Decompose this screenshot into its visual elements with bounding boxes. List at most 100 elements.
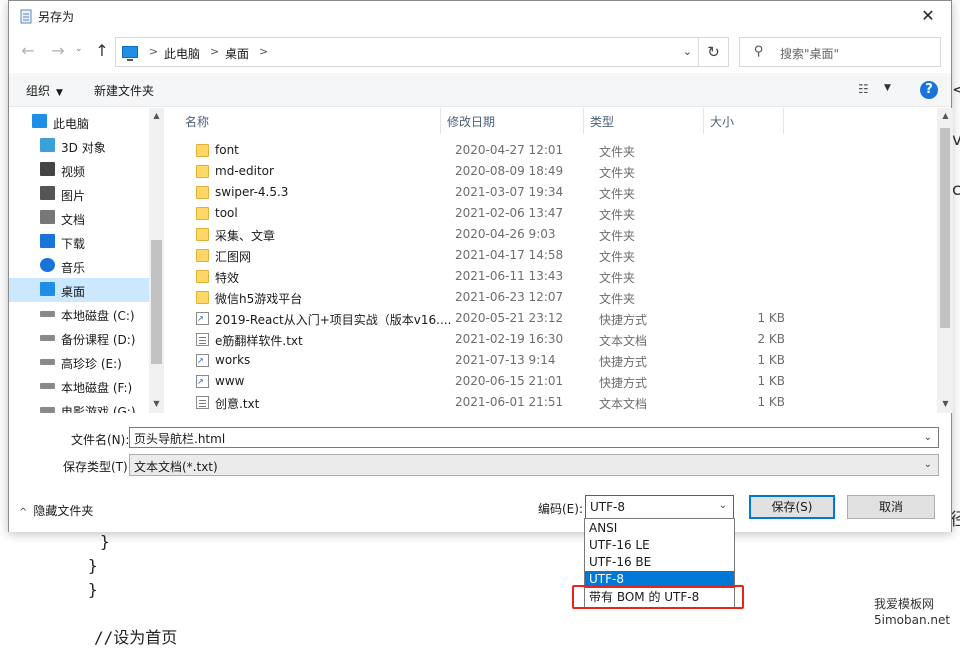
chevron-down-icon[interactable]: ⌄ [683,45,692,58]
sidebar-item[interactable]: 桌面 [9,278,149,302]
file-date: 2021-04-17 14:58 [455,248,564,262]
encoding-select[interactable]: UTF-8 ⌄ [585,495,734,519]
encoding-option[interactable]: UTF-16 BE [585,554,734,571]
scroll-down-icon[interactable]: ▼ [149,399,164,408]
scroll-up-icon[interactable]: ▲ [938,111,953,120]
encoding-value: UTF-8 [590,500,625,514]
breadcrumb-item[interactable]: 此电脑 [164,45,200,62]
file-row[interactable]: e筋翻样软件.txt 2021-02-19 16:30 文本文档 2 KB [165,329,935,350]
file-name: tool [215,206,238,220]
file-row[interactable]: works 2021-07-13 9:14 快捷方式 1 KB [165,350,935,371]
file-row[interactable]: 创意.txt 2021-06-01 21:51 文本文档 1 KB [165,392,935,413]
sidebar-item[interactable]: 下载 [9,230,149,254]
chevron-right-icon: > [149,45,159,58]
file-size: 1 KB [757,311,785,325]
chevron-down-icon[interactable]: ⌄ [924,432,932,443]
hide-folders-toggle[interactable]: ^ 隐藏文件夹 [19,502,93,519]
column-header-type[interactable]: 类型 [584,108,704,134]
desktop-icon [40,282,55,296]
file-row[interactable]: www 2020-06-15 21:01 快捷方式 1 KB [165,371,935,392]
sidebar-item-label: 电影游戏 (G:) [61,405,136,413]
file-row[interactable]: 汇图网 2021-04-17 14:58 文件夹 [165,245,935,266]
column-label: 类型 [590,115,615,129]
title-bar[interactable]: 另存为 ✕ [9,1,951,31]
encoding-option[interactable]: UTF-16 LE [585,537,734,554]
file-row[interactable]: 2019-React从入门+项目实战（版本v16....2020-05-21 2… [165,308,935,329]
sidebar-scroll-thumb[interactable] [151,240,162,364]
back-button[interactable]: ← [19,41,37,60]
encoding-option[interactable]: ANSI [585,520,734,537]
watermark: 我爱模板网 5imoban.net [874,596,950,628]
sidebar-item[interactable]: 图片 [9,182,149,206]
file-row[interactable]: 微信h5游戏平台 2021-06-23 12:07 文件夹 [165,287,935,308]
file-type: 快捷方式 [599,313,648,327]
organize-button[interactable]: 组织 ▼ [26,82,63,99]
file-row[interactable]: 采集、文章 2020-04-26 9:03 文件夹 [165,224,935,245]
video-icon [40,162,55,176]
file-row[interactable]: tool 2021-02-06 13:47 文件夹 [165,203,935,224]
music-icon [40,258,55,272]
cancel-button[interactable]: 取消 [847,495,935,519]
caret-down-icon[interactable]: ▼ [884,83,891,93]
scroll-down-icon[interactable]: ▼ [938,399,953,408]
filetype-select[interactable]: 文本文档(*.txt) ⌄ [129,454,939,476]
up-button[interactable]: ↑ [93,41,111,60]
search-input[interactable]: ⚲ 搜索"桌面" [739,37,941,67]
computer-icon [122,46,138,61]
sidebar-item[interactable]: 本地磁盘 (C:) [9,302,149,326]
sidebar-item[interactable]: 文档 [9,206,149,230]
breadcrumb-item[interactable]: 桌面 [225,45,249,62]
new-folder-button[interactable]: 新建文件夹 [94,82,154,99]
file-list-scrollbar[interactable]: ▲ ▼ [937,108,953,413]
refresh-button[interactable]: ↻ [698,38,728,66]
command-bar: 组织 ▼ 新建文件夹 ☷ ▼ ? [9,73,951,107]
hide-folders-label: 隐藏文件夹 [33,504,94,518]
sidebar-item[interactable]: 电影游戏 (G:) [9,398,149,413]
navigation-pane: 此电脑 3D 对象 视频图片文档下载音乐桌面 本地磁盘 (C:) 备份课程 (D:) 高珍… [9,108,164,413]
address-bar[interactable]: > 此电脑 > 桌面 > ⌄ ↻ [115,37,729,67]
file-row[interactable]: 特效 2021-06-11 13:43 文件夹 [165,266,935,287]
column-header-size[interactable]: 大小 [704,108,784,134]
file-row[interactable]: swiper-4.5.3 2021-03-07 19:34 文件夹 [165,182,935,203]
file-name: 创意.txt [215,397,260,411]
sidebar-item[interactable]: 备份课程 (D:) [9,326,149,350]
sidebar-item-label: 音乐 [61,261,86,275]
save-button[interactable]: 保存(S) [749,495,835,519]
file-type: 文件夹 [599,187,636,201]
column-label: 修改日期 [447,115,496,129]
file-row[interactable]: md-editor 2020-08-09 18:49 文件夹 [165,161,935,182]
view-options-icon[interactable]: ☷ [858,82,869,96]
file-row[interactable]: font 2020-04-27 12:01 文件夹 [165,140,935,161]
file-name: 微信h5游戏平台 [215,292,303,306]
sidebar-scrollbar[interactable]: ▲ ▼ [149,108,164,413]
sidebar-item-label: 本地磁盘 (F:) [61,381,133,395]
forward-button[interactable]: → [49,41,67,60]
scroll-up-icon[interactable]: ▲ [149,111,164,120]
help-button[interactable]: ? [920,81,938,99]
caret-down-icon: ▼ [56,88,63,98]
sidebar-item[interactable]: 高珍珍 (E:) [9,350,149,374]
chevron-up-icon: ^ [19,507,28,518]
sidebar-item[interactable]: 3D 对象 [9,134,149,158]
filename-field[interactable]: 页头导航栏.html ⌄ [129,427,939,448]
sidebar-item-label: 图片 [61,189,86,203]
file-list-scroll-thumb[interactable] [940,128,950,328]
bg-code-line: } [100,532,110,551]
column-header-date[interactable]: 修改日期 [441,108,584,134]
bg-code-line: //设为首页 [94,628,178,647]
file-name: www [215,374,245,388]
close-button[interactable]: ✕ [905,1,951,31]
file-type: 文本文档 [599,334,648,348]
sidebar-item[interactable]: 本地磁盘 (F:) [9,374,149,398]
sidebar-item[interactable]: 视频 [9,158,149,182]
dialog-footer: ^ 隐藏文件夹 编码(E): UTF-8 ⌄ 保存(S) 取消 [9,485,951,532]
sidebar-item[interactable]: 音乐 [9,254,149,278]
file-list: ^ 名称 修改日期 类型 大小 font2020-04-27 12:01文件夹m… [165,108,935,413]
chevron-down-icon: ⌄ [718,500,727,511]
column-header-name[interactable]: 名称 [179,108,441,134]
file-type: 文件夹 [599,250,636,264]
sidebar-item[interactable]: 此电脑 [9,110,149,134]
file-date: 2021-02-06 13:47 [455,206,564,220]
recent-locations-dropdown[interactable]: ⌄ [75,44,83,54]
sidebar-item-label: 下载 [61,237,86,251]
